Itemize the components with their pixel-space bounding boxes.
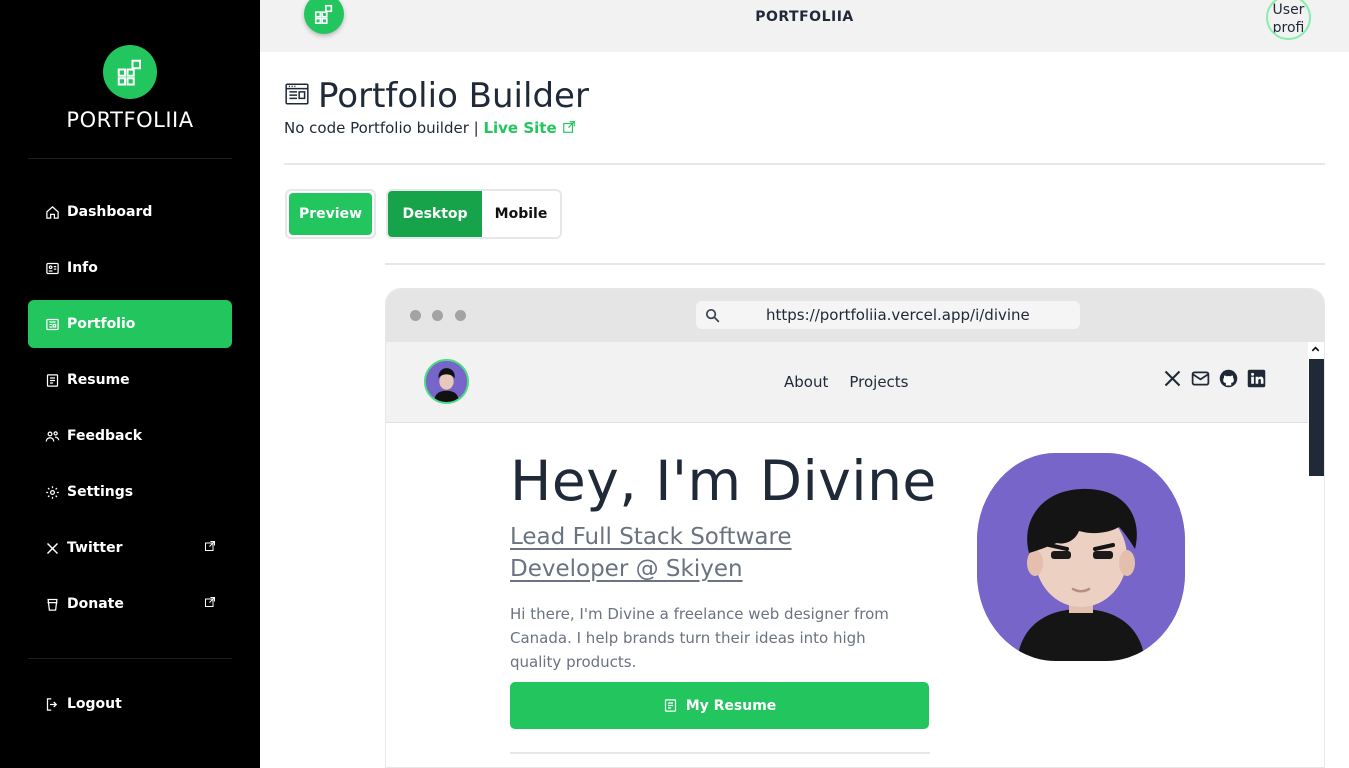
external-link-icon [204, 596, 216, 608]
sidebar-item-label: Donate [67, 596, 124, 612]
page-header: Portfolio Builder [284, 76, 589, 116]
mail-icon[interactable] [1190, 368, 1211, 389]
browser-chrome: https://portfoliia.vercel.app/i/divine [386, 289, 1324, 342]
external-link-icon [204, 540, 216, 552]
url-bar[interactable]: https://portfoliia.vercel.app/i/divine [696, 301, 1080, 329]
sidebar-item-feedback[interactable]: Feedback [28, 412, 232, 460]
preview-button[interactable]: Preview [289, 193, 372, 235]
document-icon [44, 372, 60, 388]
users-icon [44, 428, 60, 444]
live-site-label: Live Site [483, 119, 557, 137]
device-toggle: Desktop Mobile [386, 189, 562, 239]
sidebar-item-twitter[interactable]: Twitter [28, 524, 232, 572]
hero-description: Hi there, I'm Divine a freelance web des… [510, 605, 889, 671]
sidebar-item-resume[interactable]: Resume [28, 356, 232, 404]
sidebar-item-label: Resume [67, 372, 130, 388]
sidebar-item-dashboard[interactable]: Dashboard [28, 188, 232, 236]
window-dot [410, 310, 421, 321]
scrollbar-thumb[interactable] [1309, 359, 1324, 476]
sidebar-item-label: Settings [67, 484, 134, 500]
sidebar-brand: PORTFOLIIA [66, 108, 194, 132]
coffee-icon [44, 596, 60, 612]
app-logo-icon[interactable] [103, 45, 157, 99]
sidebar-item-label: Twitter [67, 540, 123, 556]
scroll-up-icon[interactable] [1310, 344, 1321, 358]
logout-label: Logout [67, 696, 122, 712]
sidebar-item-portfolio[interactable]: Portfolio [28, 300, 232, 348]
home-icon [44, 204, 60, 220]
header-divider [284, 163, 1325, 165]
logout-icon [44, 696, 60, 712]
sidebar: PORTFOLIIA Dashboard Info Portfolio Resu… [0, 0, 260, 768]
nav-avatar[interactable] [424, 359, 469, 404]
sidebar-item-settings[interactable]: Settings [28, 468, 232, 516]
gear-icon [44, 484, 60, 500]
site-nav-links: About Projects [784, 373, 909, 391]
linkedin-icon[interactable] [1246, 368, 1267, 389]
sidebar-divider [28, 158, 232, 159]
sidebar-item-label: Dashboard [67, 204, 153, 220]
sidebar-divider [28, 658, 232, 659]
newspaper-icon [44, 316, 60, 332]
x-icon[interactable] [1162, 368, 1183, 389]
x-icon [44, 540, 60, 556]
social-links [1162, 368, 1267, 389]
top-bar: PORTFOLIIA User profi [260, 0, 1349, 52]
preview-button-wrap: Preview [285, 189, 376, 239]
nav-link-about[interactable]: About [784, 373, 828, 391]
browser-window-icon [284, 81, 310, 111]
hero-title: Hey, I'm Divine [510, 449, 937, 513]
my-resume-button[interactable]: My Resume [510, 682, 929, 729]
sidebar-item-label: Info [67, 260, 98, 276]
toolbar-divider [385, 263, 1325, 265]
page-title: Portfolio Builder [318, 76, 589, 116]
mobile-toggle-button[interactable]: Mobile [482, 191, 560, 237]
desktop-toggle-button[interactable]: Desktop [388, 191, 482, 237]
user-avatar[interactable]: User profi [1266, 0, 1311, 40]
logout-button[interactable]: Logout [28, 680, 232, 728]
top-bar-title: PORTFOLIIA [755, 9, 854, 25]
hero-role[interactable]: Lead Full Stack Software Developer @ Ski… [510, 521, 830, 585]
search-icon [704, 307, 721, 328]
page-subtitle: No code Portfolio builder | Live Site [284, 119, 576, 137]
github-icon[interactable] [1218, 368, 1239, 389]
my-resume-label: My Resume [685, 697, 777, 714]
document-icon [663, 698, 678, 713]
hero-divider [510, 752, 930, 754]
sidebar-item-donate[interactable]: Donate [28, 580, 232, 628]
hero-avatar-image [977, 453, 1185, 661]
window-dot [455, 310, 466, 321]
sidebar-item-label: Feedback [67, 428, 143, 444]
window-dot [432, 310, 443, 321]
browser-preview: https://portfoliia.vercel.app/i/divine A… [385, 288, 1325, 768]
external-link-icon [563, 121, 575, 133]
nav-link-projects[interactable]: Projects [849, 373, 908, 391]
sidebar-item-label: Portfolio [67, 316, 136, 332]
live-site-link[interactable]: Live Site [483, 119, 575, 137]
subtitle-text: No code Portfolio builder | [284, 119, 484, 137]
site-navbar: About Projects [386, 342, 1308, 423]
url-text: https://portfoliia.vercel.app/i/divine [766, 306, 1030, 324]
id-card-icon [44, 260, 60, 276]
sidebar-item-info[interactable]: Info [28, 244, 232, 292]
